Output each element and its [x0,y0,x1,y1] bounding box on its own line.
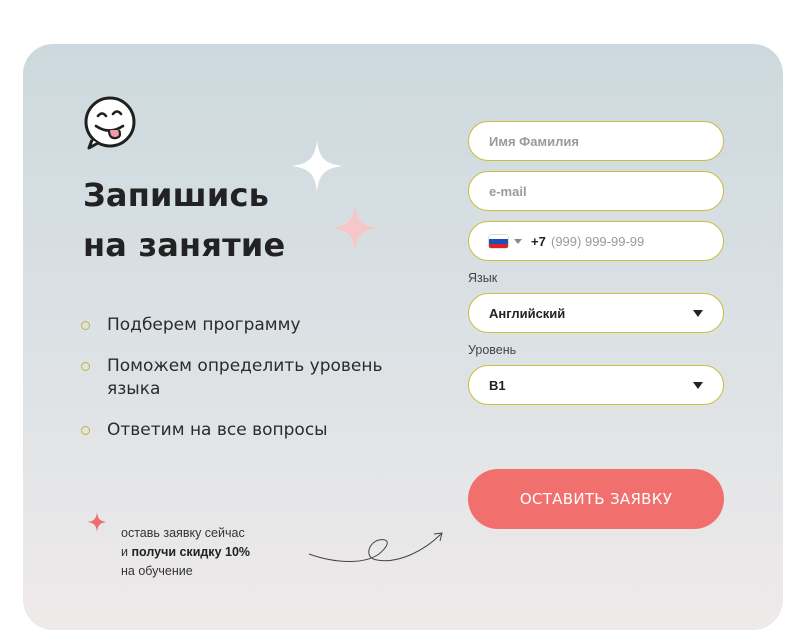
bullet-circle-icon [81,426,90,435]
benefit-item: Подберем программу [81,314,411,337]
level-select[interactable]: B1 [468,365,724,405]
phone-field: +7 [468,221,724,261]
page-title: Запишись на занятие [83,170,285,270]
chevron-down-icon [693,382,703,389]
name-field [468,121,724,161]
benefit-item: Поможем определить уровень языка [81,355,411,401]
level-selected-value: B1 [489,378,506,393]
email-field [468,171,724,211]
email-input[interactable] [469,172,723,210]
tongue-face-logo-icon [84,96,136,150]
title-line-2: на занятие [83,226,286,264]
red-star-icon [87,512,107,532]
benefit-item: Ответим на все вопросы [81,419,411,442]
squiggle-arrow-icon [308,532,443,562]
bullet-circle-icon [81,362,90,371]
benefits-list: Подберем программу Поможем определить ур… [81,314,411,460]
bullet-circle-icon [81,321,90,330]
country-dropdown-caret-icon[interactable] [514,239,522,244]
discount-highlight: получи скидку 10% [131,545,251,559]
language-label: Язык [468,271,498,285]
russia-flag-icon[interactable] [489,235,508,248]
signup-card: Запишись на занятие Подберем программу П… [23,44,783,630]
submit-request-button[interactable]: ОСТАВИТЬ ЗАЯВКУ [468,469,724,529]
language-select[interactable]: Английский [468,293,724,333]
name-input[interactable] [469,122,723,160]
signup-form: +7 Язык Английский Уровень B1 [468,121,724,405]
title-line-1: Запишись [83,176,270,214]
country-code: +7 [531,234,546,249]
chevron-down-icon [693,310,703,317]
pink-sparkle-icon [331,204,379,252]
discount-promo-text: оставь заявку сейчас и получи скидку 10%… [121,526,251,578]
white-sparkle-icon [291,140,343,192]
level-label: Уровень [468,343,517,357]
language-selected-value: Английский [489,306,566,321]
